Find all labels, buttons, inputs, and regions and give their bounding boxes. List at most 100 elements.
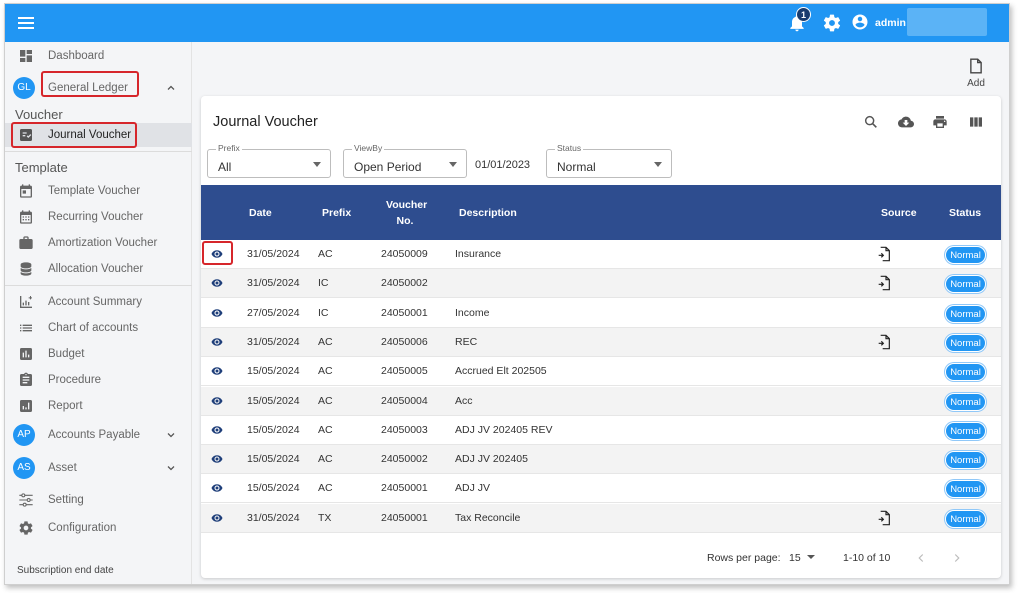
table-row[interactable]: 15/05/2024 AC 24050002 ADJ JV 202405 Normal bbox=[201, 445, 1001, 475]
source-document-icon[interactable] bbox=[877, 275, 891, 291]
prefix-value: All bbox=[218, 160, 232, 174]
sidebar-item-account-summary[interactable]: Account Summary bbox=[5, 290, 192, 314]
sidebar-item-allocation-voucher[interactable]: Allocation Voucher bbox=[5, 257, 192, 281]
chevron-down-icon[interactable] bbox=[165, 429, 177, 441]
chart-add-icon bbox=[20, 296, 32, 308]
column-header-date[interactable]: Date bbox=[249, 207, 272, 219]
source-document-icon[interactable] bbox=[877, 510, 891, 526]
cell-description: Income bbox=[455, 306, 490, 319]
viewby-select[interactable]: ViewBy Open Period bbox=[343, 143, 467, 178]
sidebar-item-report[interactable]: Report bbox=[5, 394, 192, 418]
chevron-down-icon[interactable] bbox=[165, 462, 177, 474]
status-badge: Normal bbox=[945, 480, 986, 499]
sidebar-item-label: Report bbox=[48, 400, 83, 412]
cell-prefix: IC bbox=[318, 306, 329, 319]
viewby-value: Open Period bbox=[354, 160, 422, 174]
column-header-description[interactable]: Description bbox=[459, 207, 517, 219]
calendar-icon bbox=[20, 184, 32, 198]
status-select[interactable]: Status Normal bbox=[546, 143, 672, 178]
source-document-icon[interactable] bbox=[877, 246, 891, 262]
print-icon[interactable] bbox=[932, 114, 948, 130]
sidebar-item-budget[interactable]: Budget bbox=[5, 342, 192, 366]
sidebar-item-recurring-voucher[interactable]: Recurring Voucher bbox=[5, 205, 192, 229]
cloud-download-icon[interactable] bbox=[897, 114, 915, 130]
cell-voucher-no: 24050002 bbox=[381, 453, 428, 466]
cell-date: 15/05/2024 bbox=[247, 482, 300, 495]
highlight-view-icon bbox=[202, 241, 233, 265]
table-row[interactable]: 15/05/2024 AC 24050005 Accrued Elt 202505 No… bbox=[201, 357, 1001, 387]
next-page-icon[interactable] bbox=[950, 551, 964, 565]
calendar-grid-icon bbox=[20, 210, 32, 224]
sidebar-item-setting[interactable]: Setting bbox=[5, 488, 192, 512]
sidebar-item-accounts-payable[interactable]: AP Accounts Payable bbox=[5, 423, 192, 447]
chevron-up-icon[interactable] bbox=[165, 82, 177, 94]
cell-date: 15/05/2024 bbox=[247, 394, 300, 407]
table-header: Date Prefix Voucher No. Description Sour… bbox=[201, 185, 1001, 240]
column-header-voucher[interactable]: Voucher No. bbox=[386, 199, 427, 227]
source-document-icon[interactable] bbox=[877, 334, 891, 350]
sidebar-item-amortization-voucher[interactable]: Amortization Voucher bbox=[5, 231, 192, 255]
rows-per-page-select[interactable]: 15 bbox=[789, 552, 801, 564]
sidebar-item-chart-of-accounts[interactable]: Chart of accounts bbox=[5, 316, 192, 340]
cell-voucher-no: 24050002 bbox=[381, 277, 428, 290]
cell-description: Insurance bbox=[455, 248, 502, 260]
status-value: Normal bbox=[557, 160, 596, 174]
page-title: Journal Voucher bbox=[213, 114, 318, 130]
table-row[interactable]: 31/05/2024 AC 24050009 Insurance Normal bbox=[201, 240, 1001, 269]
journal-voucher-card: Journal Voucher Prefix All ViewBy Open P… bbox=[201, 96, 1001, 578]
account-circle-icon[interactable] bbox=[851, 13, 869, 31]
previous-page-icon[interactable] bbox=[914, 551, 928, 565]
sidebar-item-label: Setting bbox=[48, 494, 84, 506]
hamburger-menu-icon[interactable] bbox=[16, 14, 36, 32]
view-eye-icon[interactable] bbox=[210, 453, 224, 465]
status-badge: Normal bbox=[945, 275, 986, 294]
sidebar-item-procedure[interactable]: Procedure bbox=[5, 368, 192, 392]
user-name[interactable]: admin bbox=[875, 17, 906, 29]
table-row[interactable]: 31/05/2024 AC 24050006 REC Normal bbox=[201, 327, 1001, 357]
table-row[interactable]: 15/05/2024 AC 24050004 Acc Normal bbox=[201, 386, 1001, 416]
view-eye-icon[interactable] bbox=[210, 277, 224, 289]
sidebar-item-label: Dashboard bbox=[48, 50, 105, 62]
gear-icon[interactable] bbox=[822, 13, 842, 33]
prefix-select[interactable]: Prefix All bbox=[207, 143, 331, 178]
cell-description: Accrued Elt 202505 bbox=[455, 365, 547, 378]
sidebar-item-label: Asset bbox=[48, 462, 77, 474]
table-row[interactable]: 27/05/2024 IC 24050001 Income Normal bbox=[201, 299, 1001, 328]
table-row[interactable]: 31/05/2024 IC 24050002 Normal bbox=[201, 269, 1001, 299]
status-badge: Normal bbox=[945, 509, 986, 528]
table-row[interactable]: 15/05/2024 AC 24050001 ADJ JV Normal bbox=[201, 474, 1001, 504]
status-badge: Normal bbox=[945, 333, 986, 352]
view-eye-icon[interactable] bbox=[210, 395, 224, 407]
view-eye-icon[interactable] bbox=[210, 336, 224, 348]
status-badge: Normal bbox=[945, 392, 986, 411]
add-button[interactable]: Add bbox=[960, 58, 992, 90]
columns-icon[interactable] bbox=[968, 114, 984, 130]
search-icon[interactable] bbox=[863, 114, 879, 130]
cell-voucher-no: 24050004 bbox=[381, 394, 428, 407]
cell-date: 31/05/2024 bbox=[247, 511, 300, 524]
cell-prefix: AC bbox=[318, 453, 333, 466]
prefix-label: Prefix bbox=[216, 143, 242, 153]
date-field[interactable]: 01/01/2023 bbox=[475, 159, 530, 171]
table-row[interactable]: 15/05/2024 AC 24050003 ADJ JV 202405 REV Nor… bbox=[201, 416, 1001, 445]
sidebar-item-configuration[interactable]: Configuration bbox=[5, 516, 192, 540]
new-document-icon bbox=[970, 58, 982, 74]
column-header-source[interactable]: Source bbox=[881, 207, 917, 219]
sidebar-item-dashboard[interactable]: Dashboard bbox=[5, 44, 192, 68]
view-eye-icon[interactable] bbox=[210, 482, 224, 494]
sidebar-item-label: Procedure bbox=[48, 374, 102, 386]
rows-per-page-arrow-icon[interactable] bbox=[807, 555, 815, 559]
view-eye-icon[interactable] bbox=[210, 512, 224, 524]
view-eye-icon[interactable] bbox=[210, 365, 224, 377]
sidebar-item-template-voucher[interactable]: Template Voucher bbox=[5, 179, 192, 203]
column-header-status[interactable]: Status bbox=[949, 207, 981, 219]
sidebar-item-label: Configuration bbox=[48, 522, 117, 534]
dashboard-icon bbox=[20, 50, 32, 62]
sidebar-item-asset[interactable]: AS Asset bbox=[5, 456, 192, 480]
divider bbox=[5, 151, 192, 152]
column-header-prefix[interactable]: Prefix bbox=[322, 207, 351, 219]
table-row[interactable]: 31/05/2024 TX 24050001 Tax Reconcile Normal bbox=[201, 503, 1001, 533]
view-eye-icon[interactable] bbox=[210, 424, 224, 436]
add-button-label: Add bbox=[967, 78, 985, 89]
view-eye-icon[interactable] bbox=[210, 307, 224, 319]
